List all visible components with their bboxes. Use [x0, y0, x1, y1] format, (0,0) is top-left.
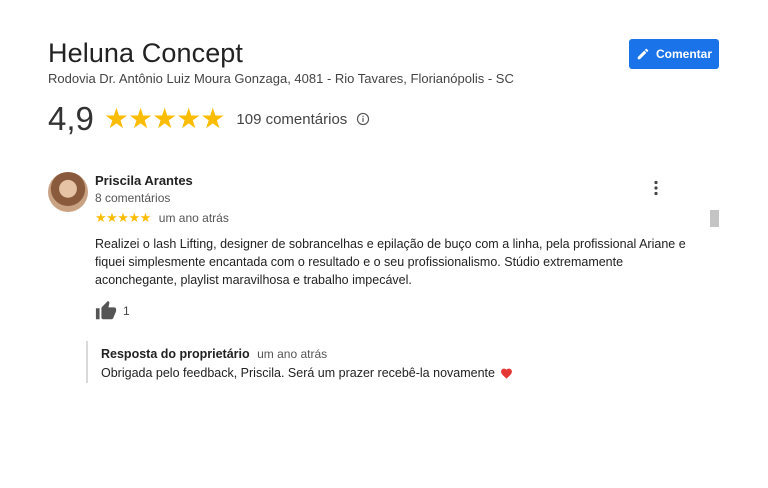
- rating-stars: ★★★★★: [103, 103, 226, 134]
- reviewer-name[interactable]: Priscila Arantes: [95, 173, 193, 188]
- info-icon[interactable]: [356, 112, 370, 126]
- thumbs-up-icon[interactable]: [95, 300, 117, 322]
- like-count: 1: [123, 304, 130, 318]
- scrollbar-thumb[interactable]: [710, 210, 719, 227]
- owner-reply: Resposta do proprietário um ano atrás Ob…: [86, 341, 600, 383]
- owner-reply-body: Obrigada pelo feedback, Priscila. Será u…: [101, 366, 513, 380]
- like-control[interactable]: 1: [95, 300, 130, 322]
- rating-summary: 4,9 ★★★★★ 109 comentários: [48, 100, 370, 138]
- owner-reply-time: um ano atrás: [257, 347, 328, 361]
- reviewer-review-count: 8 comentários: [95, 191, 171, 205]
- review-count[interactable]: 109 comentários: [236, 111, 347, 128]
- review-time: um ano atrás: [158, 211, 229, 225]
- owner-reply-text: Obrigada pelo feedback, Priscila. Será u…: [101, 366, 495, 380]
- more-options-icon[interactable]: [652, 180, 660, 196]
- place-address: Rodovia Dr. Antônio Luiz Moura Gonzaga, …: [48, 71, 514, 86]
- avatar[interactable]: [48, 172, 88, 212]
- owner-reply-header: Resposta do proprietário um ano atrás: [101, 347, 327, 361]
- owner-reply-label: Resposta do proprietário: [101, 347, 250, 361]
- review-stars: ★★★★★: [95, 210, 151, 225]
- review-text: Realizei o lash Lifting, designer de sob…: [95, 237, 686, 287]
- heart-icon: [501, 368, 512, 379]
- comment-button-label: Comentar: [655, 47, 712, 61]
- rating-value: 4,9: [48, 100, 94, 137]
- review-meta: ★★★★★ um ano atrás: [95, 210, 229, 226]
- comment-button[interactable]: Comentar: [629, 39, 719, 69]
- place-title: Heluna Concept: [48, 38, 244, 68]
- pencil-icon: [637, 48, 649, 60]
